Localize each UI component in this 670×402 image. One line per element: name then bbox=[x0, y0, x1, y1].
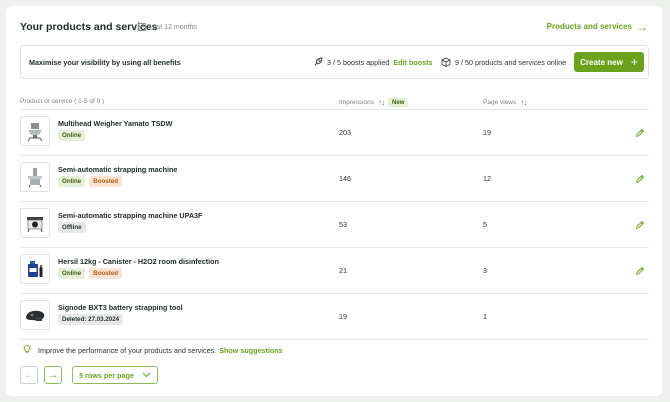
lightbulb-icon bbox=[22, 344, 32, 356]
product-thumbnail bbox=[20, 254, 50, 284]
column-header-pageviews[interactable]: Page views ↑↓ bbox=[483, 98, 527, 107]
pagination: ← → 5 rows per page bbox=[20, 366, 158, 384]
create-new-button[interactable]: Create new + bbox=[574, 52, 644, 72]
products-services-link[interactable]: Products and services → bbox=[546, 19, 648, 34]
arrow-right-icon: → bbox=[636, 19, 648, 34]
product-name[interactable]: Semi-automatic strapping machine UPA3F bbox=[58, 211, 202, 220]
status-badge: Online bbox=[58, 176, 86, 187]
weigher-image bbox=[27, 123, 43, 142]
product-name[interactable]: Hersil 12kg - Canister - H2O2 room disin… bbox=[58, 257, 219, 266]
products-services-link-label: Products and services bbox=[546, 22, 632, 31]
pageviews-value: 19 bbox=[483, 128, 491, 137]
arrow-left-icon: ← bbox=[24, 369, 34, 381]
banner-text: Maximise your visibility by using all be… bbox=[29, 58, 181, 67]
period-text: Last 12 months bbox=[149, 23, 197, 31]
status-badges: Online bbox=[58, 130, 86, 141]
column-header-pageviews-label: Page views bbox=[483, 99, 517, 106]
strapping-tool-image bbox=[26, 310, 45, 321]
status-badges: Deleted: 27.03.2024 bbox=[58, 314, 124, 325]
next-page-button[interactable]: → bbox=[44, 366, 62, 384]
suggestion-line: Improve the performance of your products… bbox=[22, 344, 283, 356]
table-row[interactable]: Multihead Weigher Yamato TSDW Online 203… bbox=[20, 110, 649, 156]
benefits-banner: Maximise your visibility by using all be… bbox=[20, 45, 649, 79]
boosts-info: 3 / 5 boosts applied Edit boosts bbox=[313, 57, 432, 67]
strapping-machine-image bbox=[28, 168, 42, 188]
period-label: Last 12 months bbox=[138, 23, 197, 31]
product-name[interactable]: Semi-automatic strapping machine bbox=[58, 165, 177, 174]
edit-pencil-icon[interactable] bbox=[635, 125, 645, 143]
pageviews-value: 5 bbox=[483, 220, 487, 229]
pageviews-value: 12 bbox=[483, 174, 491, 183]
products-card: Your products and services Last 12 month… bbox=[6, 6, 662, 396]
product-thumbnail bbox=[20, 208, 50, 238]
table-row[interactable]: Semi-automatic strapping machine Online … bbox=[20, 156, 649, 202]
card-header: Your products and services Last 12 month… bbox=[20, 21, 648, 39]
show-suggestions-link[interactable]: Show suggestions bbox=[219, 346, 283, 355]
boosts-count: 3 / 5 boosts applied bbox=[327, 57, 390, 67]
status-badge: Deleted: 27.03.2024 bbox=[58, 314, 124, 325]
column-header-impressions-label: Impressions bbox=[339, 99, 375, 106]
status-badge: Offline bbox=[58, 222, 86, 233]
rocket-icon bbox=[313, 57, 323, 67]
status-badge: Online bbox=[58, 130, 86, 141]
pageviews-value: 3 bbox=[483, 266, 487, 275]
canister-image bbox=[28, 261, 43, 277]
impressions-value: 203 bbox=[339, 128, 351, 137]
impressions-value: 19 bbox=[339, 312, 347, 321]
column-header-impressions[interactable]: Impressions ↑↓ New bbox=[339, 98, 409, 107]
edit-boosts-link[interactable]: Edit boosts bbox=[393, 58, 432, 67]
edit-pencil-icon[interactable] bbox=[635, 171, 645, 189]
column-header-product-label: Product or service ( 1-5 of 9 ) bbox=[20, 98, 105, 105]
products-online-info: 9 / 50 products and services online bbox=[441, 57, 566, 67]
product-thumbnail bbox=[20, 300, 50, 330]
product-thumbnail bbox=[20, 162, 50, 192]
page-title: Your products and services bbox=[20, 21, 158, 33]
status-badges: Online Boosted bbox=[58, 176, 123, 187]
suggestion-text: Improve the performance of your products… bbox=[38, 345, 217, 355]
plus-icon: + bbox=[630, 55, 638, 69]
table-row[interactable]: Hersil 12kg - Canister - H2O2 room disin… bbox=[20, 248, 649, 294]
box-icon bbox=[441, 57, 451, 67]
pageviews-value: 1 bbox=[483, 312, 487, 321]
table-row[interactable]: Signode BXT3 battery strapping tool Dele… bbox=[20, 294, 649, 340]
chevron-down-icon bbox=[142, 371, 151, 380]
strapping-machine-image bbox=[27, 217, 43, 233]
boosted-badge: Boosted bbox=[89, 268, 123, 279]
calendar-icon bbox=[138, 23, 146, 31]
column-header-product: Product or service ( 1-5 of 9 ) bbox=[20, 98, 104, 105]
previous-page-button[interactable]: ← bbox=[20, 366, 38, 384]
products-online-count: 9 / 50 products and services online bbox=[455, 57, 567, 67]
sort-icon[interactable]: ↑↓ bbox=[378, 98, 385, 107]
rows-per-page-select[interactable]: 5 rows per page bbox=[72, 366, 158, 384]
impressions-value: 146 bbox=[339, 174, 351, 183]
edit-pencil-icon[interactable] bbox=[635, 217, 645, 235]
new-badge: New bbox=[388, 98, 409, 107]
status-badge: Online bbox=[58, 268, 86, 279]
create-new-label: Create new bbox=[580, 57, 623, 67]
product-name[interactable]: Multihead Weigher Yamato TSDW bbox=[58, 119, 172, 128]
sort-icon[interactable]: ↑↓ bbox=[520, 98, 527, 107]
boosted-badge: Boosted bbox=[89, 176, 123, 187]
status-badges: Online Boosted bbox=[58, 268, 123, 279]
product-thumbnail bbox=[20, 116, 50, 146]
rows-per-page-label: 5 rows per page bbox=[79, 370, 134, 380]
arrow-right-icon: → bbox=[48, 369, 58, 381]
impressions-value: 53 bbox=[339, 220, 347, 229]
product-name[interactable]: Signode BXT3 battery strapping tool bbox=[58, 303, 183, 312]
impressions-value: 21 bbox=[339, 266, 347, 275]
table-row[interactable]: Semi-automatic strapping machine UPA3F O… bbox=[20, 202, 649, 248]
status-badges: Offline bbox=[58, 222, 86, 233]
edit-pencil-icon[interactable] bbox=[635, 263, 645, 281]
